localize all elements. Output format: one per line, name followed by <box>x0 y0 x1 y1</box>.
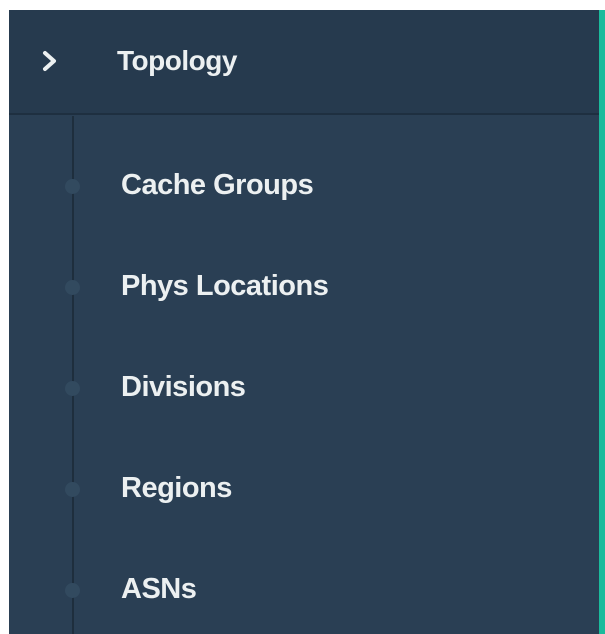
bullet-dot-icon <box>65 583 80 598</box>
sidebar-item-phys-locations[interactable]: Phys Locations <box>9 216 599 317</box>
topology-submenu: Cache Groups Phys Locations Divisions Re… <box>9 115 599 620</box>
sidebar-item-label: Phys Locations <box>121 270 329 302</box>
sidebar-item-cache-groups[interactable]: Cache Groups <box>9 115 599 216</box>
sidebar-item-label: Regions <box>121 472 232 504</box>
sidebar-item-regions[interactable]: Regions <box>9 418 599 519</box>
bullet-dot-icon <box>65 280 80 295</box>
menu-section-topology[interactable]: Topology <box>9 10 599 115</box>
sidebar-item-divisions[interactable]: Divisions <box>9 317 599 418</box>
sidebar-item-label: Divisions <box>121 371 246 403</box>
active-accent-bar <box>599 10 605 634</box>
section-label: Topology <box>117 45 237 76</box>
sidebar-item-label: ASNs <box>121 573 197 605</box>
sidebar-item-label: Cache Groups <box>121 169 314 201</box>
bullet-dot-icon <box>65 482 80 497</box>
bullet-dot-icon <box>65 179 80 194</box>
bullet-dot-icon <box>65 381 80 396</box>
chevron-right-icon[interactable] <box>39 50 61 72</box>
sidebar-item-asns[interactable]: ASNs <box>9 519 599 620</box>
sidebar-menu: Topology Cache Groups Phys Locations Div… <box>9 10 605 634</box>
